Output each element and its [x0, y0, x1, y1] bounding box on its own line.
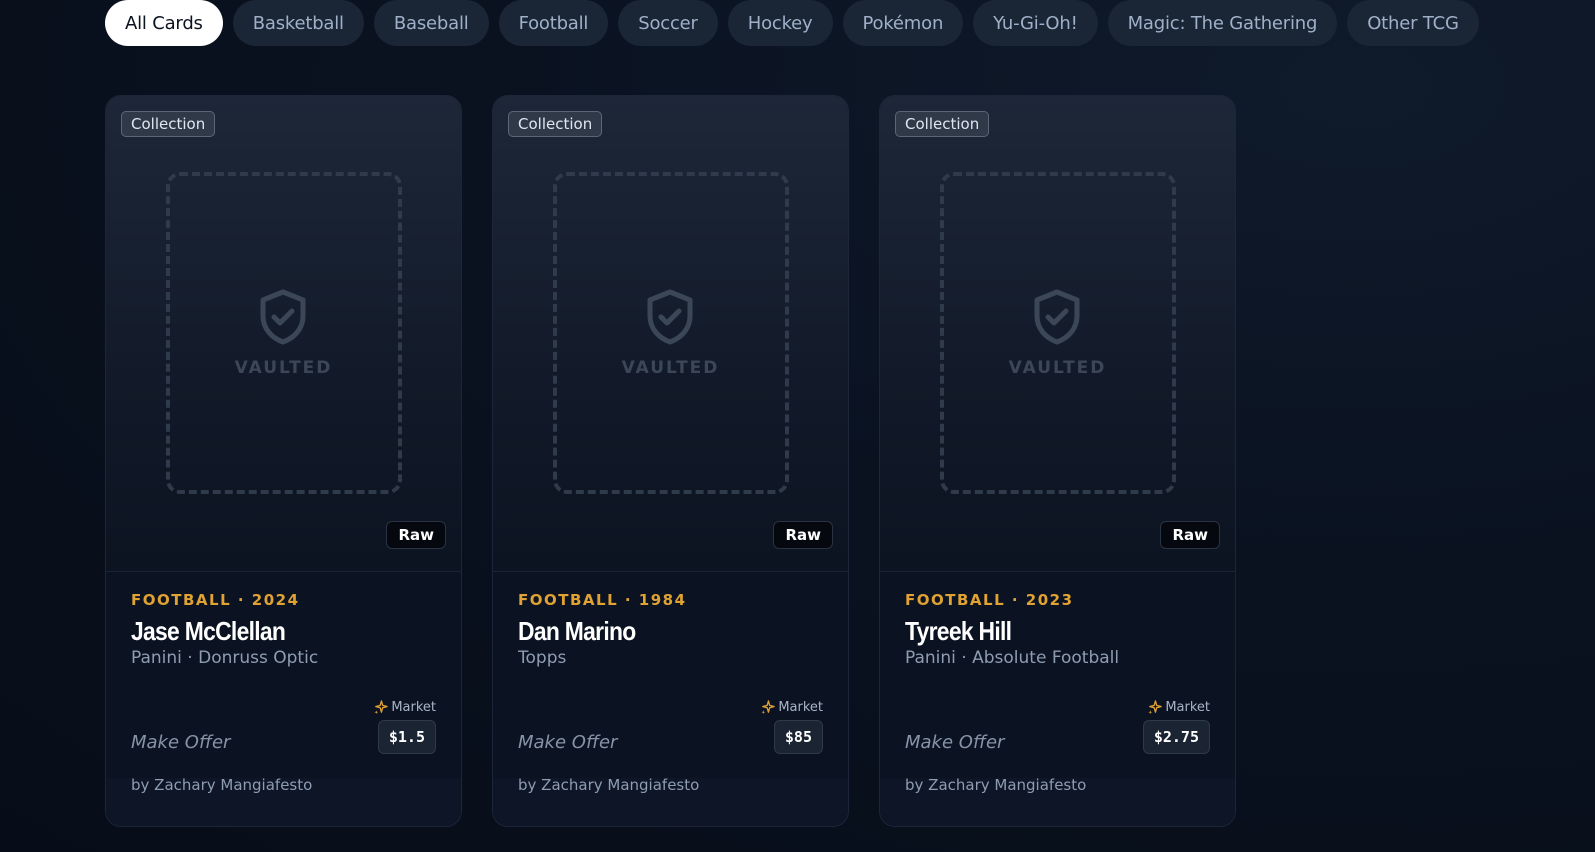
card-image-area[interactable]: Collection VAULTED Raw [106, 96, 461, 572]
make-offer-button[interactable]: Make Offer [518, 732, 617, 753]
sparkle-icon [374, 700, 389, 715]
market-label: Market [373, 700, 436, 715]
listing-card[interactable]: Collection VAULTED Raw FOOTBALL · 1984 D… [492, 95, 849, 827]
card-player-name[interactable]: Dan Marino [518, 616, 636, 647]
listing-card[interactable]: Collection VAULTED Raw FOOTBALL · 2024 J… [105, 95, 462, 827]
seller-name[interactable]: by Zachary Mangiafesto [131, 776, 312, 794]
seller-name[interactable]: by Zachary Mangiafesto [518, 776, 699, 794]
shield-check-icon [1034, 289, 1080, 345]
market-label-text: Market [391, 700, 436, 715]
filter-other-tcg[interactable]: Other TCG [1347, 0, 1479, 46]
card-sport-year: FOOTBALL · 2023 [905, 591, 1074, 609]
condition-badge: Raw [1160, 521, 1220, 549]
card-image-area[interactable]: Collection VAULTED Raw [493, 96, 848, 572]
card-set: Panini · Absolute Football [905, 648, 1120, 668]
filter-all-cards[interactable]: All Cards [105, 0, 223, 46]
card-player-name[interactable]: Jase McClellan [131, 616, 286, 647]
filter-hockey[interactable]: Hockey [727, 0, 833, 46]
filter-football[interactable]: Football [498, 0, 609, 46]
market-label: Market [760, 700, 823, 715]
card-sport-year: FOOTBALL · 1984 [518, 591, 687, 609]
market-price: $1.5 [377, 720, 436, 754]
shield-check-icon [647, 289, 693, 345]
filter-yugioh[interactable]: Yu-Gi-Oh! [973, 0, 1098, 46]
vaulted-label: VAULTED [621, 358, 720, 378]
market-label-text: Market [1165, 700, 1210, 715]
card-sport-year: FOOTBALL · 2024 [131, 591, 300, 609]
market-price: $2.75 [1142, 720, 1210, 754]
vaulted-label: VAULTED [1008, 358, 1107, 378]
card-player-name[interactable]: Tyreek Hill [905, 616, 1012, 647]
filter-pokemon[interactable]: Pokémon [842, 0, 964, 46]
sparkle-icon [1148, 700, 1163, 715]
market-label: Market [1147, 700, 1210, 715]
category-filter-bar: All Cards Basketball Baseball Football S… [105, 0, 1479, 46]
card-set: Panini · Donruss Optic [131, 648, 319, 668]
market-price: $85 [773, 720, 823, 754]
seller-name[interactable]: by Zachary Mangiafesto [905, 776, 1086, 794]
card-set: Topps [518, 648, 567, 668]
collection-badge: Collection [508, 111, 603, 137]
condition-badge: Raw [386, 521, 446, 549]
make-offer-button[interactable]: Make Offer [131, 732, 230, 753]
vaulted-label: VAULTED [234, 358, 333, 378]
condition-badge: Raw [773, 521, 833, 549]
card-image-area[interactable]: Collection VAULTED Raw [880, 96, 1235, 572]
market-label-text: Market [778, 700, 823, 715]
filter-baseball[interactable]: Baseball [373, 0, 489, 46]
filter-magic[interactable]: Magic: The Gathering [1107, 0, 1338, 46]
make-offer-button[interactable]: Make Offer [905, 732, 1004, 753]
filter-soccer[interactable]: Soccer [618, 0, 718, 46]
card-grid: Collection VAULTED Raw FOOTBALL · 2024 J… [105, 95, 1236, 827]
collection-badge: Collection [895, 111, 990, 137]
listing-card[interactable]: Collection VAULTED Raw FOOTBALL · 2023 T… [879, 95, 1236, 827]
sparkle-icon [761, 700, 776, 715]
shield-check-icon [260, 289, 306, 345]
collection-badge: Collection [121, 111, 216, 137]
filter-basketball[interactable]: Basketball [232, 0, 364, 46]
